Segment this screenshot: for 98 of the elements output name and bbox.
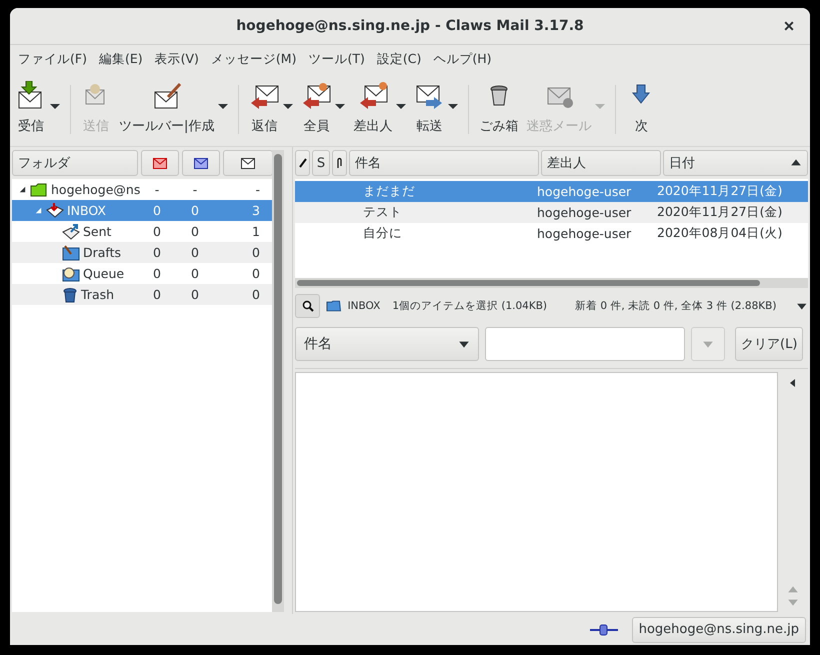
pen-icon	[298, 158, 306, 168]
menu-item[interactable]: ツール(T)	[302, 50, 371, 68]
toolbar-button[interactable]: ツールバー|作成	[115, 73, 218, 146]
menu-item[interactable]: ファイル(F)	[12, 50, 93, 68]
unread-count: 0	[190, 224, 200, 239]
dropdown-arrow-icon[interactable]	[396, 101, 406, 111]
folder-name: hogehoge@ns	[51, 182, 140, 197]
toolbar-button[interactable]: 差出人	[349, 73, 396, 146]
horizontal-scrollbar[interactable]	[295, 278, 808, 288]
selection-info: 1個のアイテムを選択 (1.04KB)	[392, 299, 548, 313]
search-field[interactable]	[485, 327, 685, 361]
date-cell-text: 2020年08月04日(火)	[656, 225, 784, 242]
menu-item[interactable]: 編集(E)	[92, 50, 149, 68]
new-count: 0	[152, 224, 162, 239]
new-count: 0	[152, 287, 162, 302]
folder-row[interactable]: Trash 0 0 0	[12, 284, 272, 305]
total-count: 0	[251, 245, 261, 260]
dropdown-arrow-icon[interactable]	[283, 101, 294, 111]
sender-cell-text: hogehoge-user	[536, 184, 632, 199]
expander-icon	[18, 185, 27, 194]
subject-cell-text: まだまだ	[362, 183, 416, 200]
mail-icon	[241, 158, 255, 168]
sent-icon	[62, 224, 80, 240]
clear-button[interactable]: クリア(L)	[735, 327, 804, 361]
new-count: 0	[152, 245, 162, 260]
total-count: 3	[251, 203, 261, 218]
subject-cell-text: 自分に	[362, 225, 403, 242]
close-button[interactable]: ×	[778, 15, 800, 37]
window-title: hogehoge@ns.sing.ne.jp - Claws Mail 3.17.8	[236, 18, 584, 34]
dropdown-arrow-icon[interactable]	[218, 101, 228, 111]
toolbar-button[interactable]: 転送	[410, 73, 448, 146]
reply-sender-envelope-icon	[358, 81, 388, 111]
sender-cell-text: hogehoge-user	[536, 205, 632, 220]
new-count: 0	[152, 266, 162, 281]
column-header[interactable]	[332, 150, 347, 176]
toolbar-button[interactable]: ごみ箱	[475, 73, 522, 146]
search-icon	[302, 300, 314, 312]
drafts-folder-icon	[62, 244, 80, 260]
folder-name: INBOX	[67, 203, 106, 218]
column-header[interactable]	[182, 150, 220, 176]
unread-count: 0	[190, 203, 200, 218]
compose-envelope-icon	[152, 81, 182, 111]
message-counts: 新着 0 件, 未読 0 件, 全体 3 件 (2.88KB)	[575, 299, 776, 313]
total-count: 0	[251, 266, 261, 281]
folder-name: Trash	[81, 287, 114, 302]
inbox-icon	[46, 202, 64, 218]
message-row[interactable]: テスト hogehoge-user 2020年11月27日(金)	[295, 202, 808, 223]
total-count: 1	[251, 224, 261, 239]
dropdown-arrow-icon[interactable]	[335, 101, 346, 111]
dropdown-arrow-icon[interactable]	[50, 101, 60, 111]
folder-row[interactable]: Drafts 0 0 0	[12, 242, 272, 263]
folder-name: Queue	[83, 266, 124, 281]
toolbar-button[interactable]: 次	[622, 73, 660, 146]
column-header[interactable]: S	[312, 150, 330, 176]
scrollbar[interactable]	[272, 150, 284, 612]
column-header[interactable]	[223, 150, 273, 176]
unread-count: 0	[190, 266, 200, 281]
date-cell-text: 2020年11月27日(金)	[656, 204, 784, 221]
folder-icon	[326, 300, 342, 312]
toolbar-button[interactable]: 受信	[12, 73, 50, 146]
reply-all-envelope-icon	[301, 81, 332, 111]
folder-name: Sent	[83, 224, 112, 239]
trash-icon	[62, 286, 78, 302]
search-type-dropdown[interactable]: 件名	[295, 327, 479, 361]
plug-icon	[590, 624, 618, 636]
dropdown-arrow-icon[interactable]	[448, 101, 458, 111]
menu-item[interactable]: ヘルプ(H)	[427, 50, 498, 68]
date-cell-text: 2020年11月27日(金)	[656, 183, 784, 200]
new-mail-icon	[153, 158, 167, 168]
unread-count: 0	[190, 245, 200, 260]
new-count: -	[154, 182, 160, 197]
unread-count: -	[192, 182, 198, 197]
toolbar-button[interactable]: 返信	[245, 73, 284, 146]
column-header[interactable]: 日付	[663, 150, 808, 176]
account-button[interactable]: hogehoge@ns.sing.ne.jp	[632, 616, 806, 642]
expander-icon	[34, 206, 43, 215]
column-header[interactable]: 差出人	[541, 150, 661, 176]
subject-cell-text: テスト	[362, 204, 403, 221]
total-count: 0	[251, 287, 261, 302]
total-count: -	[254, 182, 261, 197]
folder-icon	[30, 182, 48, 196]
folder-label: INBOX	[348, 300, 380, 312]
sender-cell-text: hogehoge-user	[536, 226, 632, 241]
column-header[interactable]: 件名	[349, 150, 539, 176]
column-header[interactable]: フォルダ	[12, 150, 138, 176]
paperclip-icon	[336, 157, 343, 169]
search-toggle-button[interactable]	[295, 294, 320, 318]
collapse-arrow-icon	[788, 378, 798, 388]
queue-folder-icon	[62, 266, 80, 282]
menu-item[interactable]: 設定(C)	[370, 50, 428, 68]
menu-item[interactable]: メッセージ(M)	[204, 50, 302, 68]
unread-mail-icon	[194, 158, 208, 168]
unread-count: 0	[190, 287, 200, 302]
folder-name: Drafts	[83, 245, 122, 260]
new-count: 0	[152, 203, 162, 218]
toolbar-button[interactable]: 全員	[297, 73, 336, 146]
menu-item[interactable]: 表示(V)	[148, 50, 205, 68]
column-header[interactable]	[295, 150, 310, 176]
